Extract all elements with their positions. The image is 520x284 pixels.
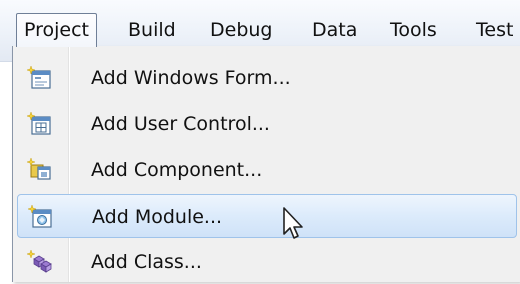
windows-form-icon <box>27 66 51 89</box>
menu-item-add-user-control[interactable]: Add User Control... <box>17 102 517 146</box>
menu-item-add-component[interactable]: Add Component... <box>17 148 517 192</box>
module-icon <box>28 205 52 228</box>
menu-build[interactable]: Build <box>128 14 176 46</box>
menu-item-add-windows-form[interactable]: Add Windows Form... <box>17 56 517 100</box>
menu-test[interactable]: Test <box>476 14 513 46</box>
menu-item-add-module[interactable]: Add Module... <box>17 194 517 238</box>
menu-item-label: Add User Control... <box>91 113 270 135</box>
menu-data[interactable]: Data <box>312 14 357 46</box>
menu-debug[interactable]: Debug <box>210 14 272 46</box>
component-icon <box>27 158 51 180</box>
user-control-icon <box>27 112 51 135</box>
mouse-pointer-icon <box>283 207 303 239</box>
menu-item-label: Add Windows Form... <box>91 67 291 89</box>
menu-project[interactable]: Project <box>16 13 98 47</box>
menu-item-label: Add Class... <box>91 251 202 273</box>
menu-item-add-class[interactable]: Add Class... <box>17 240 517 284</box>
project-dropdown-menu: Add Windows Form... Add User Control... … <box>12 46 520 282</box>
menu-item-label: Add Component... <box>91 159 263 181</box>
menu-item-label: Add Module... <box>92 206 223 228</box>
menu-tools[interactable]: Tools <box>390 14 437 46</box>
class-icon <box>27 250 52 273</box>
